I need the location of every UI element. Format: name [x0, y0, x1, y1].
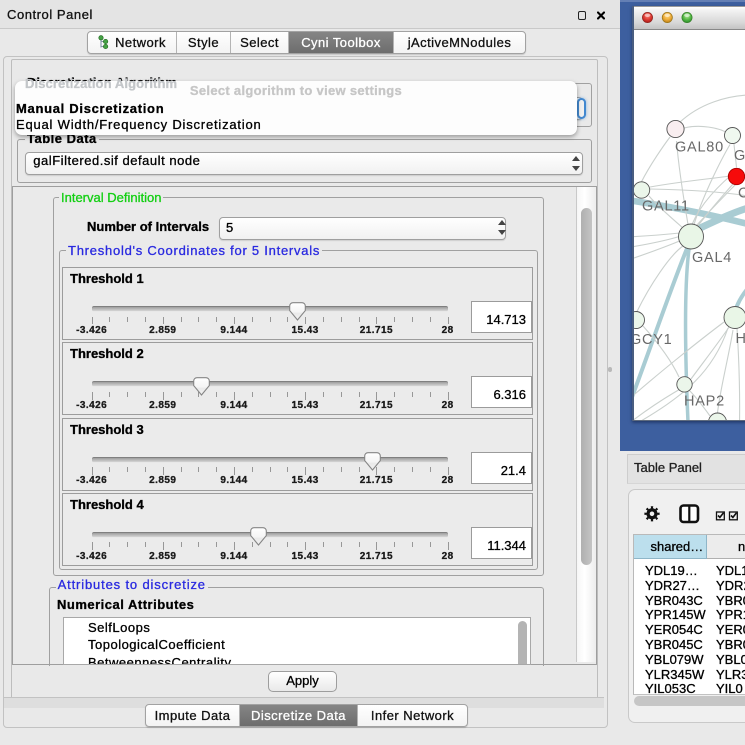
svg-text:HAP2: HAP2 [684, 394, 725, 410]
svg-text:H: H [736, 331, 745, 347]
svg-text:GAL80: GAL80 [675, 140, 724, 156]
svg-text:GCY1: GCY1 [634, 332, 673, 348]
svg-text:GA: GA [734, 148, 745, 164]
svg-text:C: C [738, 186, 745, 202]
svg-text:GAL11: GAL11 [642, 199, 690, 215]
svg-text:GAL4: GAL4 [692, 250, 732, 266]
